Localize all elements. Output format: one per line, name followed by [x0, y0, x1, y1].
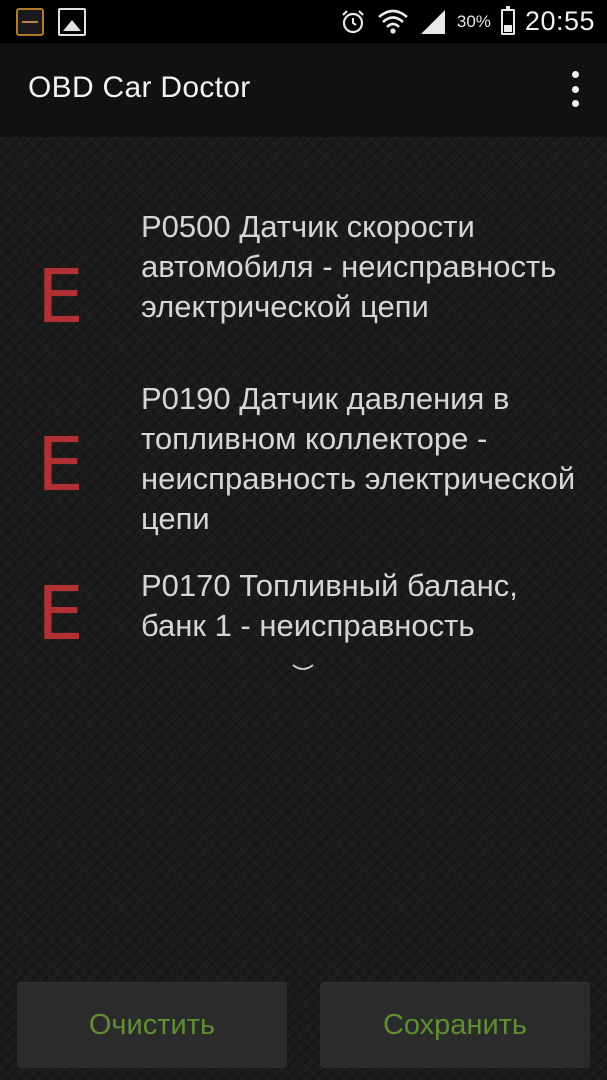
battery-icon	[500, 5, 515, 35]
alarm-icon	[342, 9, 364, 33]
wifi-icon	[378, 9, 408, 34]
app-screen: 30% 20:55 OBD Car Doctor E P0500 Датчик …	[0, 0, 607, 1080]
signal-icon	[420, 9, 445, 34]
error-description: P0170 Топливный баланс, банк 1 - неиспра…	[141, 568, 518, 643]
error-description: P0500 Датчик скорости автомобиля - неисп…	[141, 209, 557, 324]
car-doctor-notification-icon	[16, 8, 44, 36]
gallery-icon	[58, 8, 86, 36]
status-clock: 20:55	[524, 6, 595, 36]
battery-percent: 30%	[456, 11, 491, 31]
clear-button[interactable]: Очистить	[17, 982, 287, 1068]
overflow-menu-icon[interactable]	[565, 71, 585, 107]
error-description: P0190 Датчик давления в топливном коллек…	[141, 381, 576, 536]
error-badge-icon: E	[37, 254, 84, 340]
action-bar: OBD Car Doctor	[0, 43, 607, 137]
app-title: OBD Car Doctor	[28, 71, 251, 104]
status-bar: 30% 20:55	[0, 0, 607, 43]
chevron-down-icon[interactable]	[291, 662, 315, 674]
save-button[interactable]: Сохранить	[320, 982, 590, 1068]
error-badge-icon: E	[37, 422, 84, 508]
error-badge-icon: E	[37, 571, 84, 657]
